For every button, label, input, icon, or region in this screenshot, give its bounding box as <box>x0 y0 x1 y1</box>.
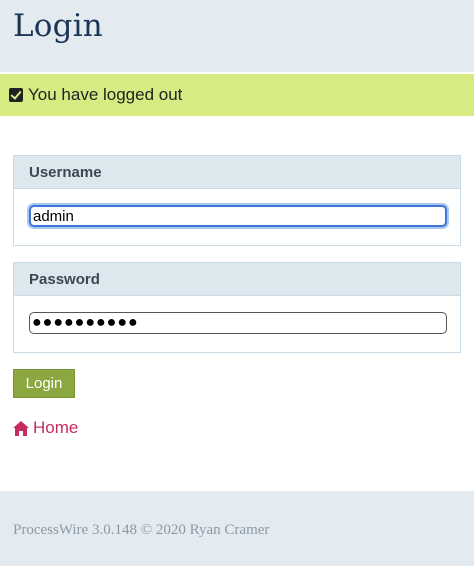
username-input[interactable] <box>29 205 447 227</box>
password-input[interactable] <box>29 312 447 334</box>
password-label: Password <box>14 263 460 296</box>
notice-message: You have logged out <box>28 85 183 104</box>
page-title: Login <box>13 8 103 44</box>
username-label: Username <box>14 156 460 189</box>
footer-credit: ProcessWire 3.0.148 © 2020 Ryan Cramer <box>13 522 270 538</box>
home-link-label: Home <box>33 418 79 437</box>
home-link[interactable]: Home <box>13 418 78 438</box>
password-field: Password <box>13 262 461 353</box>
username-field: Username <box>13 155 461 246</box>
logout-notice: You have logged out <box>0 74 474 116</box>
check-square-icon <box>9 88 23 102</box>
masthead: Login <box>0 0 474 72</box>
footer: ProcessWire 3.0.148 © 2020 Ryan Cramer <box>0 491 474 566</box>
password-field-body <box>14 296 460 352</box>
login-button[interactable]: Login <box>13 369 75 398</box>
home-icon <box>13 420 29 436</box>
username-field-body <box>14 189 460 245</box>
